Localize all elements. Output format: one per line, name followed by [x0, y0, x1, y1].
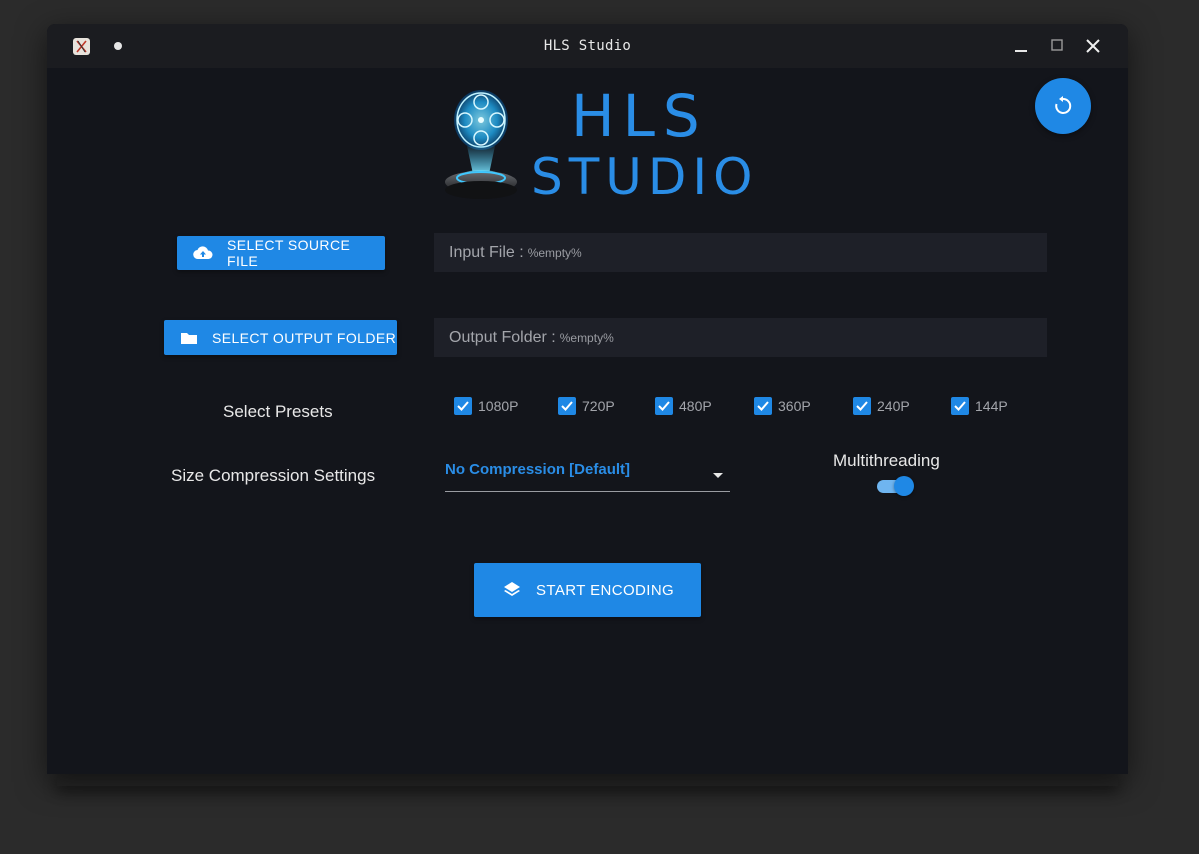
preset-720p-checkbox[interactable]: 720P: [558, 397, 615, 415]
window-shadow: [57, 774, 1118, 786]
select-presets-label: Select Presets: [223, 402, 333, 421]
folder-icon: [180, 331, 198, 345]
desktop: HLS Studio HLS STUDIO SELECT SOURCE FILE…: [0, 0, 1199, 854]
preset-label: 1080P: [478, 398, 519, 414]
input-file-field: Input File : %empty%: [434, 233, 1047, 272]
minimize-button[interactable]: [1011, 36, 1031, 56]
chevron-down-icon: [712, 467, 724, 485]
check-icon: [558, 397, 576, 415]
window-title: HLS Studio: [543, 38, 632, 54]
multithreading-toggle[interactable]: [875, 476, 915, 496]
layers-icon: [502, 580, 522, 600]
preset-label: 480P: [679, 398, 712, 414]
toggle-knob: [894, 476, 914, 496]
close-button[interactable]: [1083, 36, 1103, 56]
multithreading-label: Multithreading: [833, 451, 940, 470]
input-file-value: %empty%: [527, 245, 582, 260]
preset-480p-checkbox[interactable]: 480P: [655, 397, 712, 415]
preset-label: 360P: [778, 398, 811, 414]
check-icon: [655, 397, 673, 415]
size-compression-label: Size Compression Settings: [171, 466, 376, 485]
preset-label: 144P: [975, 398, 1008, 414]
output-folder-label: Output Folder :: [449, 328, 556, 346]
film-reel-hologram-logo: [443, 86, 521, 204]
preset-144p-checkbox[interactable]: 144P: [951, 397, 1008, 415]
cloud-upload-icon: [193, 246, 213, 260]
output-folder-field: Output Folder : %empty%: [434, 318, 1047, 357]
input-file-label: Input File :: [449, 243, 524, 261]
preset-1080p-checkbox[interactable]: 1080P: [454, 397, 518, 415]
select-source-file-label: SELECT SOURCE FILE: [227, 237, 351, 269]
preset-360p-checkbox[interactable]: 360P: [754, 397, 811, 415]
reset-icon: [1055, 96, 1072, 114]
select-source-file-button[interactable]: SELECT SOURCE FILE: [177, 236, 385, 270]
maximize-button[interactable]: [1047, 36, 1067, 56]
preset-label: 720P: [582, 398, 615, 414]
select-output-folder-label: SELECT OUTPUT FOLDER: [212, 329, 397, 346]
logo-title-hls: HLS: [571, 82, 708, 150]
check-icon: [853, 397, 871, 415]
preset-240p-checkbox[interactable]: 240P: [853, 397, 910, 415]
reset-button[interactable]: [1035, 78, 1091, 134]
start-encoding-button[interactable]: START ENCODING: [474, 563, 701, 617]
check-icon: [754, 397, 772, 415]
start-encoding-label: START ENCODING: [536, 581, 675, 599]
output-folder-value: %empty%: [559, 330, 614, 345]
select-output-folder-button[interactable]: SELECT OUTPUT FOLDER: [164, 320, 397, 355]
title-bar[interactable]: HLS Studio: [47, 24, 1128, 68]
app-window: HLS Studio HLS STUDIO SELECT SOURCE FILE…: [47, 24, 1128, 774]
logo-title-studio: STUDIO: [531, 148, 759, 206]
check-icon: [951, 397, 969, 415]
compression-dropdown[interactable]: No Compression [Default]: [445, 455, 730, 492]
compression-selected-value: No Compression [Default]: [445, 461, 631, 478]
preset-label: 240P: [877, 398, 910, 414]
check-icon: [454, 397, 472, 415]
